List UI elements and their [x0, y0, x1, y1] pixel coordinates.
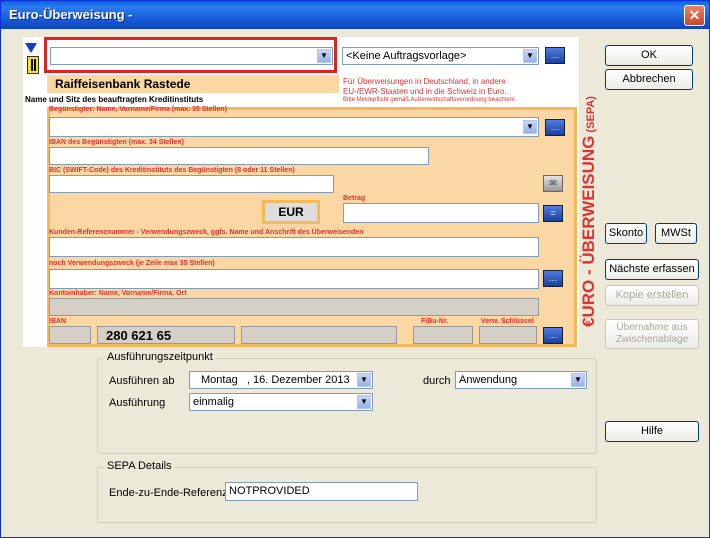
paste-button[interactable]: Übernahme aus Zwischenablage	[605, 319, 699, 349]
template-select[interactable]: <Keine Auftragsvorlage> ▼	[342, 47, 539, 65]
bank-name: Raiffeisenbank Rastede	[55, 77, 191, 91]
iban-label: IBAN	[49, 318, 67, 325]
notice-line2: EU-/EWR-Staaten und in die Schweiz in Eu…	[343, 87, 507, 96]
execution-select[interactable]: einmalig ▼	[189, 393, 373, 411]
envelope-icon[interactable]: ✉	[543, 175, 563, 192]
reference-lookup-button[interactable]: …	[543, 270, 563, 287]
key-field	[479, 326, 537, 344]
by-label: durch	[423, 375, 451, 387]
bic-input[interactable]	[49, 175, 334, 193]
account-number: 280 621 65	[106, 328, 172, 343]
key-lookup-button[interactable]: …	[543, 327, 563, 344]
execution-label: Ausführung	[109, 397, 166, 409]
execute-from-select[interactable]: Montag , 16. Dezember 2013 ▼	[189, 371, 373, 389]
reference2-label: noch Verwendungszweck (je Zeile max 35 S…	[49, 260, 215, 267]
chevron-down-icon[interactable]: ▼	[317, 49, 331, 63]
chevron-down-icon[interactable]: ▼	[523, 120, 537, 134]
bic-label: BIC (SWIFT-Code) des Kreditinstituts des…	[49, 167, 295, 174]
close-button[interactable]: ✕	[684, 5, 705, 26]
e2e-input[interactable]: NOTPROVIDED	[225, 482, 418, 501]
iban-country-field	[49, 326, 91, 344]
beneficiary-label: Begünstigter: Name, Vorname/Firma (max. …	[49, 106, 228, 113]
copy-button[interactable]: Kopie erstellen	[605, 285, 699, 306]
title-bar[interactable]: Euro-Überweisung - ✕	[1, 1, 709, 29]
cancel-button[interactable]: Abbrechen	[605, 69, 693, 90]
chevron-down-icon[interactable]: ▼	[357, 395, 371, 409]
key-label: Verw. Schlüssel	[481, 318, 534, 325]
beneficiary-input[interactable]: ▼	[49, 117, 539, 137]
execute-from-value: Montag , 16. Dezember 2013	[201, 374, 350, 386]
by-value: Anwendung	[459, 374, 518, 386]
iban-rest-field	[241, 326, 397, 344]
template-lookup-button[interactable]: …	[545, 47, 565, 64]
reference-input[interactable]	[49, 237, 539, 257]
bank-caption: Name und Sitz des beauftragten Kreditins…	[25, 95, 204, 104]
vertical-title: €URO - ÜBERWEISUNG (SEPA)	[579, 96, 599, 327]
bank-logo-icon	[27, 56, 39, 74]
execution-group-title: Ausführungszeitpunkt	[104, 351, 216, 363]
account-number-field: 280 621 65	[97, 326, 235, 344]
reference2-input[interactable]	[49, 269, 539, 289]
bank-select[interactable]: ▼	[50, 47, 333, 65]
iban-beneficiary-label: IBAN des Begünstigten (max. 34 Stellen)	[49, 139, 184, 146]
holder-label: Kontoinhaber: Name, Vorname/Firma, Ort	[49, 290, 187, 297]
e2e-value: NOTPROVIDED	[229, 485, 310, 497]
amount-label: Betrag	[343, 195, 366, 202]
vertical-title-main: €URO - ÜBERWEISUNG	[579, 135, 598, 327]
fibu-label: FiBu-Nr.	[421, 318, 449, 325]
execution-value: einmalig	[193, 396, 234, 408]
help-button[interactable]: Hilfe	[605, 421, 699, 442]
currency-code: EUR	[278, 205, 304, 219]
reference-label: Kunden-Referenznummer - Verwendungszweck…	[49, 229, 364, 236]
mwst-button[interactable]: MWSt	[655, 223, 697, 244]
chevron-down-icon[interactable]: ▼	[523, 49, 537, 63]
e2e-label: Ende-zu-Ende-Referenz	[109, 487, 228, 499]
iban-beneficiary-input[interactable]	[49, 147, 429, 165]
beneficiary-lookup-button[interactable]: …	[545, 119, 565, 136]
next-entry-button[interactable]: Nächste erfassen	[605, 259, 699, 280]
vertical-title-sepa: (SEPA)	[585, 96, 597, 133]
sepa-group-title: SEPA Details	[104, 460, 175, 472]
fibu-field	[413, 326, 473, 344]
execute-from-label: Ausführen ab	[109, 375, 175, 387]
notice-line3: Bitte Meldepflicht gemäß Außenwirtschaft…	[343, 97, 515, 103]
chevron-down-icon[interactable]: ▼	[357, 373, 371, 387]
ok-button[interactable]: OK	[605, 45, 693, 66]
skonto-button[interactable]: Skonto	[605, 223, 647, 244]
triangle-down-icon	[25, 43, 37, 53]
notice-line1: Für Überweisungen in Deutschland, in and…	[343, 77, 506, 86]
holder-input	[49, 298, 539, 316]
by-select[interactable]: Anwendung ▼	[455, 371, 587, 389]
currency-box: EUR	[262, 200, 320, 224]
window-title: Euro-Überweisung -	[9, 7, 133, 22]
dialog-window: Euro-Überweisung - ✕ ▼ Raiffeisenbank Ra…	[0, 0, 710, 538]
amount-input[interactable]	[343, 203, 539, 223]
chevron-down-icon[interactable]: ▼	[571, 373, 585, 387]
bank-name-box: Raiffeisenbank Rastede	[47, 75, 339, 93]
template-select-value: <Keine Auftragsvorlage>	[346, 50, 467, 62]
paste-button-label: Übernahme aus Zwischenablage	[615, 322, 689, 345]
calculator-button[interactable]: =	[543, 205, 563, 222]
transfer-form: ▼ Raiffeisenbank Rastede Name und Sitz d…	[23, 37, 598, 347]
